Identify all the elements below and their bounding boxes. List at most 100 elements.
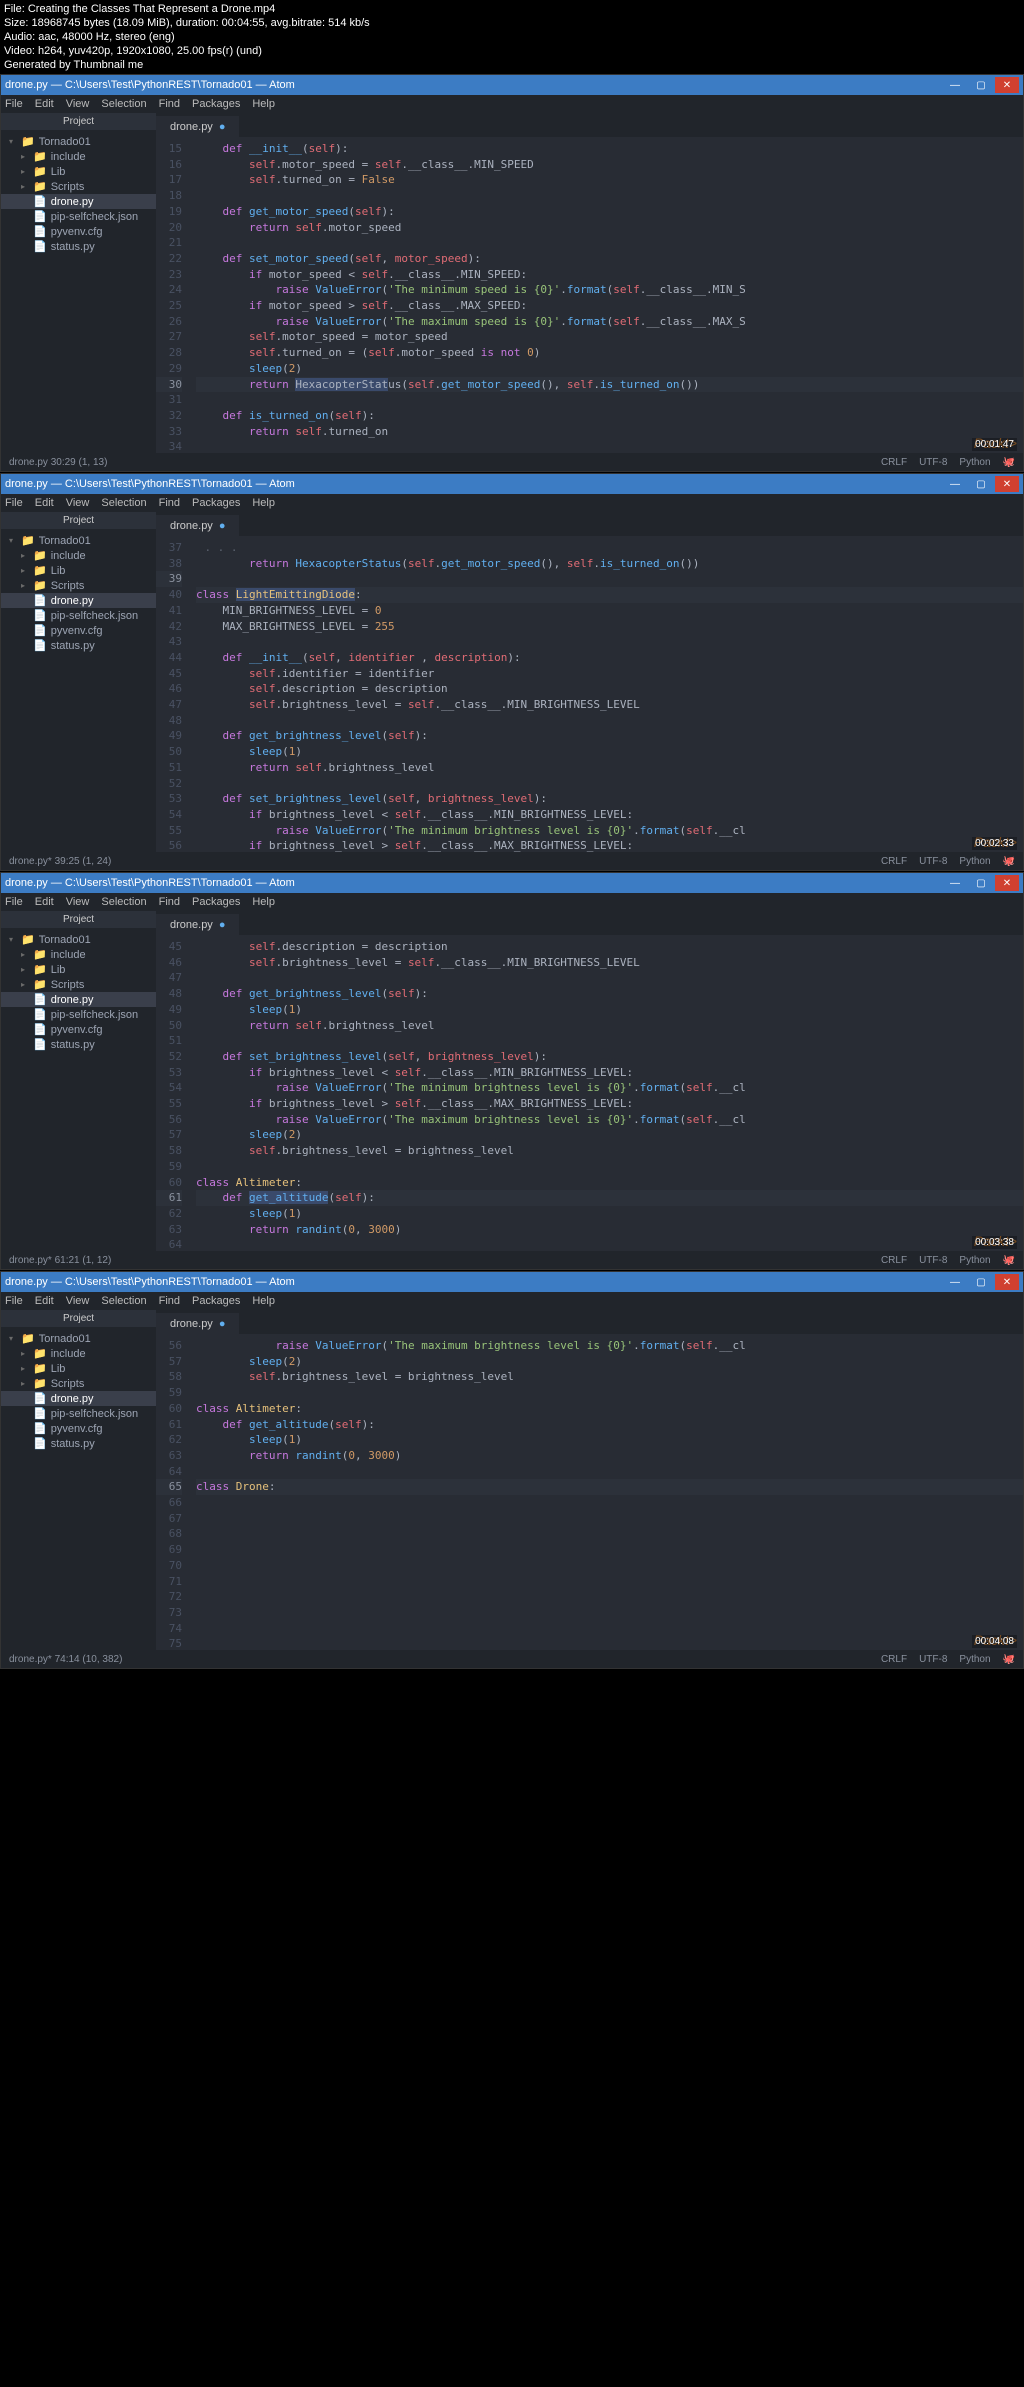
menu-item[interactable]: Packages [192, 896, 240, 908]
tree-file[interactable]: 📄 pip-selfcheck.json [1, 1007, 156, 1022]
status-item[interactable]: UTF-8 [919, 457, 947, 468]
tree-folder[interactable]: ▸📁 Lib [1, 164, 156, 179]
tree-file[interactable]: 📄 status.py [1, 1436, 156, 1451]
menu-item[interactable]: Help [252, 1295, 275, 1307]
editor-tab[interactable]: drone.py● [156, 515, 239, 536]
code-editor[interactable]: 5657585960616263646566676869707172737475… [156, 1334, 1023, 1650]
minimize-button[interactable]: — [943, 875, 967, 891]
editor-tab[interactable]: drone.py● [156, 914, 239, 935]
menu-item[interactable]: Help [252, 896, 275, 908]
tree-file[interactable]: 📄 pip-selfcheck.json [1, 209, 156, 224]
tree-folder[interactable]: ▸📁 Scripts [1, 179, 156, 194]
status-item[interactable]: Python [959, 1255, 990, 1266]
menu-item[interactable]: View [66, 98, 90, 110]
menu-item[interactable]: File [5, 98, 23, 110]
tree-folder[interactable]: ▸📁 Lib [1, 962, 156, 977]
tree-file[interactable]: 📄 status.py [1, 239, 156, 254]
status-item[interactable]: Python [959, 1654, 990, 1665]
menu-item[interactable]: Find [159, 98, 180, 110]
tree-file[interactable]: 📄 pyvenv.cfg [1, 623, 156, 638]
close-button[interactable]: ✕ [995, 77, 1019, 93]
code-editor[interactable]: 3738394041424344454647484950515253545556… [156, 536, 1023, 852]
menu-item[interactable]: Help [252, 98, 275, 110]
menu-item[interactable]: File [5, 1295, 23, 1307]
menu-item[interactable]: Packages [192, 98, 240, 110]
status-item[interactable]: UTF-8 [919, 1654, 947, 1665]
tree-folder[interactable]: ▸📁 Lib [1, 1361, 156, 1376]
menu-item[interactable]: File [5, 896, 23, 908]
menu-item[interactable]: View [66, 497, 90, 509]
menu-item[interactable]: Help [252, 497, 275, 509]
menu-item[interactable]: View [66, 896, 90, 908]
minimize-button[interactable]: — [943, 77, 967, 93]
tree-file[interactable]: 📄 pip-selfcheck.json [1, 1406, 156, 1421]
tree-file[interactable]: 📄 drone.py [1, 194, 156, 209]
project-header: Project [1, 911, 156, 928]
line-gutter: 5657585960616263646566676869707172737475 [156, 1334, 190, 1650]
tree-root[interactable]: ▾📁 Tornado01 [1, 533, 156, 548]
code-content[interactable]: . . . return HexacopterStatus(self.get_m… [190, 536, 1023, 852]
video-frame: drone.py — C:\Users\Test\PythonREST\Torn… [0, 1271, 1024, 1669]
code-content[interactable]: def __init__(self): self.motor_speed = s… [190, 137, 1023, 453]
menu-item[interactable]: Selection [101, 896, 146, 908]
menu-item[interactable]: File [5, 497, 23, 509]
menu-item[interactable]: Packages [192, 497, 240, 509]
code-content[interactable]: self.description = description self.brig… [190, 935, 1023, 1251]
close-button[interactable]: ✕ [995, 476, 1019, 492]
code-editor[interactable]: 1516171819202122232425262728293031323334… [156, 137, 1023, 453]
menu-item[interactable]: Selection [101, 497, 146, 509]
menu-item[interactable]: Find [159, 497, 180, 509]
tree-folder[interactable]: ▸📁 include [1, 947, 156, 962]
tree-file[interactable]: 📄 pyvenv.cfg [1, 1022, 156, 1037]
tree-file[interactable]: 📄 drone.py [1, 593, 156, 608]
menu-item[interactable]: Selection [101, 98, 146, 110]
tree-folder[interactable]: ▸📁 Scripts [1, 1376, 156, 1391]
editor-tab[interactable]: drone.py● [156, 1313, 239, 1334]
tree-folder[interactable]: ▸📁 Lib [1, 563, 156, 578]
status-item[interactable]: CRLF [881, 1255, 907, 1266]
frame-timestamp: 00:04:08 [972, 1635, 1017, 1648]
maximize-button[interactable]: ▢ [969, 77, 993, 93]
status-item[interactable]: CRLF [881, 1654, 907, 1665]
tree-file[interactable]: 📄 drone.py [1, 1391, 156, 1406]
minimize-button[interactable]: — [943, 1274, 967, 1290]
tree-file[interactable]: 📄 pyvenv.cfg [1, 224, 156, 239]
tree-file[interactable]: 📄 status.py [1, 638, 156, 653]
status-item[interactable]: Python [959, 856, 990, 867]
menu-item[interactable]: Edit [35, 896, 54, 908]
tree-folder[interactable]: ▸📁 Scripts [1, 578, 156, 593]
maximize-button[interactable]: ▢ [969, 1274, 993, 1290]
status-item[interactable]: UTF-8 [919, 856, 947, 867]
status-item[interactable]: CRLF [881, 856, 907, 867]
close-button[interactable]: ✕ [995, 1274, 1019, 1290]
maximize-button[interactable]: ▢ [969, 476, 993, 492]
tree-file[interactable]: 📄 pip-selfcheck.json [1, 608, 156, 623]
menu-item[interactable]: Edit [35, 1295, 54, 1307]
tree-file[interactable]: 📄 pyvenv.cfg [1, 1421, 156, 1436]
status-item[interactable]: Python [959, 457, 990, 468]
tree-folder[interactable]: ▸📁 include [1, 149, 156, 164]
tree-folder[interactable]: ▸📁 include [1, 1346, 156, 1361]
menu-item[interactable]: Find [159, 896, 180, 908]
tree-file[interactable]: 📄 status.py [1, 1037, 156, 1052]
close-button[interactable]: ✕ [995, 875, 1019, 891]
menu-item[interactable]: Edit [35, 497, 54, 509]
menu-item[interactable]: Packages [192, 1295, 240, 1307]
menu-item[interactable]: Find [159, 1295, 180, 1307]
code-content[interactable]: raise ValueError('The maximum brightness… [190, 1334, 1023, 1650]
tree-root[interactable]: ▾📁 Tornado01 [1, 932, 156, 947]
tree-file[interactable]: 📄 drone.py [1, 992, 156, 1007]
tree-folder[interactable]: ▸📁 include [1, 548, 156, 563]
tree-root[interactable]: ▾📁 Tornado01 [1, 1331, 156, 1346]
menu-item[interactable]: Selection [101, 1295, 146, 1307]
tree-root[interactable]: ▾📁 Tornado01 [1, 134, 156, 149]
editor-tab[interactable]: drone.py● [156, 116, 239, 137]
menu-item[interactable]: Edit [35, 98, 54, 110]
status-item[interactable]: CRLF [881, 457, 907, 468]
menu-item[interactable]: View [66, 1295, 90, 1307]
maximize-button[interactable]: ▢ [969, 875, 993, 891]
tree-folder[interactable]: ▸📁 Scripts [1, 977, 156, 992]
code-editor[interactable]: 4546474849505152535455565758596061626364… [156, 935, 1023, 1251]
status-item[interactable]: UTF-8 [919, 1255, 947, 1266]
minimize-button[interactable]: — [943, 476, 967, 492]
